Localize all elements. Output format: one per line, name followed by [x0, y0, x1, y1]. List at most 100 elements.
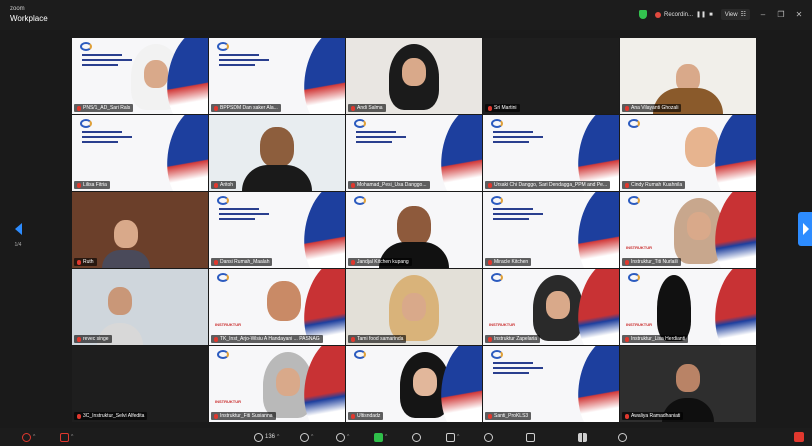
mic-muted-icon: [351, 336, 355, 342]
maximize-icon[interactable]: ❐: [776, 10, 786, 19]
participant-video: [107, 287, 132, 315]
participant-tile[interactable]: Ruth: [72, 192, 208, 268]
stop-icon[interactable]: ■: [709, 12, 713, 18]
more-button[interactable]: [618, 431, 627, 443]
slide-logo-icon: [491, 273, 503, 282]
recording-indicator[interactable]: Recordin... ❚❚ ■: [655, 11, 713, 18]
participant-tile[interactable]: revec singe: [72, 269, 208, 345]
mic-muted-icon: [625, 336, 629, 342]
microphone-off-icon: [22, 432, 31, 442]
participant-name: Aritoh: [211, 181, 237, 189]
participant-tile[interactable]: Tami food samarinda: [346, 269, 482, 345]
participant-tile[interactable]: INSTRUKTUR Instruktur Zapelaria: [483, 269, 619, 345]
mic-muted-icon: [214, 182, 218, 188]
participant-name: Ultisndadz: [348, 412, 384, 420]
mic-muted-icon: [625, 413, 629, 419]
participant-name: Ruth: [74, 258, 97, 266]
participant-video: [260, 127, 294, 167]
participant-tile[interactable]: Aritoh: [209, 115, 345, 191]
slide-logo-icon: [354, 119, 366, 128]
participant-video: [266, 281, 301, 321]
mic-muted-icon: [77, 182, 81, 188]
chat-icon: [300, 432, 309, 442]
participant-tile[interactable]: INSTRUKTUR Instruktur_Titi Nurlaili: [620, 192, 756, 268]
security-shield-icon[interactable]: [639, 10, 647, 19]
participant-name: Instruktur_Fiti Susianna: [211, 412, 276, 420]
more-icon: [618, 432, 627, 442]
mic-muted-icon: [351, 182, 355, 188]
participant-tile[interactable]: Jandjal Kitchen kupang: [346, 192, 482, 268]
participant-tile[interactable]: Mohamad_Pesi_Usa Danggo...: [346, 115, 482, 191]
participant-tile[interactable]: Sri Martini: [483, 38, 619, 114]
minimize-icon[interactable]: –: [758, 10, 768, 19]
view-grid-button[interactable]: [578, 431, 587, 443]
participant-tile[interactable]: 3C_Instruktur_Selvi Alfedita: [72, 346, 208, 422]
share-screen-button[interactable]: ^: [374, 431, 387, 443]
page-indicator: 1/4: [14, 242, 22, 248]
participant-name: Ursaki Chi Danggo, Sari Dendagga_PPM and…: [485, 181, 611, 189]
slide-logo-icon: [628, 196, 640, 205]
slide-logo-icon: [491, 119, 503, 128]
people-icon: [254, 432, 263, 442]
previous-page-button[interactable]: 1/4: [13, 222, 23, 248]
participant-tile[interactable]: INSTRUKTUR TK_Inst_Arjo-Wisiu A Handayan…: [209, 269, 345, 345]
participant-tile[interactable]: INSTRUKTUR Instruktur_Lisa Herdianti: [620, 269, 756, 345]
participant-video: [676, 364, 700, 392]
slide-logo-icon: [628, 119, 640, 128]
participant-tile[interactable]: Santi_ProKLS3: [483, 346, 619, 422]
record-button[interactable]: [412, 431, 421, 443]
camera-off-icon: [60, 432, 69, 442]
participant-tile[interactable]: BPPSDM Dan saker Ala...: [209, 38, 345, 114]
breakout-rooms-button[interactable]: ^: [446, 431, 459, 443]
meeting-toolbar: ^ ^ 136 ^ ^ ^ ^ ^: [0, 428, 812, 446]
pause-icon[interactable]: ❚❚: [696, 11, 706, 18]
participant-tile[interactable]: Ana Vilayanti Ghozali: [620, 38, 756, 114]
participant-name: Ana Vilayanti Ghozali: [622, 104, 682, 112]
participant-tile[interactable]: Awaliya Ramadhaniati: [620, 346, 756, 422]
mic-muted-icon: [77, 413, 81, 419]
slide-logo-icon: [628, 273, 640, 282]
slide-logo-icon: [80, 119, 92, 128]
participant-name: Mohamad_Pesi_Usa Danggo...: [348, 181, 430, 189]
participant-tile[interactable]: Lilisa Fitria: [72, 115, 208, 191]
breakout-icon: [446, 432, 455, 442]
mic-muted-icon: [77, 105, 81, 111]
reactions-button[interactable]: ^: [336, 431, 349, 443]
gallery-grid: PNS/1_AD_Sari Rals BPPSDM Dan saker Ala.…: [72, 38, 756, 422]
mic-muted-icon: [625, 105, 629, 111]
participant-name: Miracle Kitchen: [485, 258, 532, 266]
participant-tile[interactable]: Andi Salma: [346, 38, 482, 114]
instructor-tag: INSTRUKTUR: [626, 245, 652, 250]
participant-tile[interactable]: Miracle Kitchen: [483, 192, 619, 268]
instructor-tag: INSTRUKTUR: [626, 322, 652, 327]
participant-tile[interactable]: Ursaki Chi Danggo, Sari Dendagga_PPM and…: [483, 115, 619, 191]
slide-logo-icon: [491, 196, 503, 205]
participant-tile[interactable]: PNS/1_AD_Sari Rals: [72, 38, 208, 114]
participants-button[interactable]: 136 ^: [254, 431, 279, 443]
grid-icon: [578, 432, 587, 442]
participant-name: PNS/1_AD_Sari Rals: [74, 104, 134, 112]
view-label: View: [724, 11, 738, 18]
close-window-icon[interactable]: ✕: [794, 10, 804, 19]
next-page-button[interactable]: [798, 212, 812, 246]
mic-muted-icon: [488, 336, 492, 342]
slide-logo-icon: [217, 196, 229, 205]
apps-button[interactable]: [484, 431, 493, 443]
view-button[interactable]: View ☷: [720, 9, 750, 20]
slide-logo-icon: [354, 350, 366, 359]
participant-tile[interactable]: Dansi Rumah_Maalah: [209, 192, 345, 268]
participant-name: BPPSDM Dan saker Ala...: [211, 104, 281, 112]
chat-button[interactable]: ^: [300, 431, 313, 443]
mute-button[interactable]: ^: [22, 431, 35, 443]
participant-name: Instruktur_Titi Nurlaili: [622, 258, 681, 266]
leave-meeting-button[interactable]: [794, 432, 804, 442]
participant-tile[interactable]: Ultisndadz: [346, 346, 482, 422]
mic-muted-icon: [214, 105, 218, 111]
mic-muted-icon: [351, 105, 355, 111]
whiteboard-button[interactable]: [526, 431, 535, 443]
instructor-tag: INSTRUKTUR: [489, 322, 515, 327]
video-button[interactable]: ^: [60, 431, 73, 443]
participant-tile[interactable]: Cindy Rumah Kuahnila: [620, 115, 756, 191]
participant-name: Cindy Rumah Kuahnila: [622, 181, 686, 189]
participant-tile[interactable]: INSTRUKTUR Instruktur_Fiti Susianna: [209, 346, 345, 422]
